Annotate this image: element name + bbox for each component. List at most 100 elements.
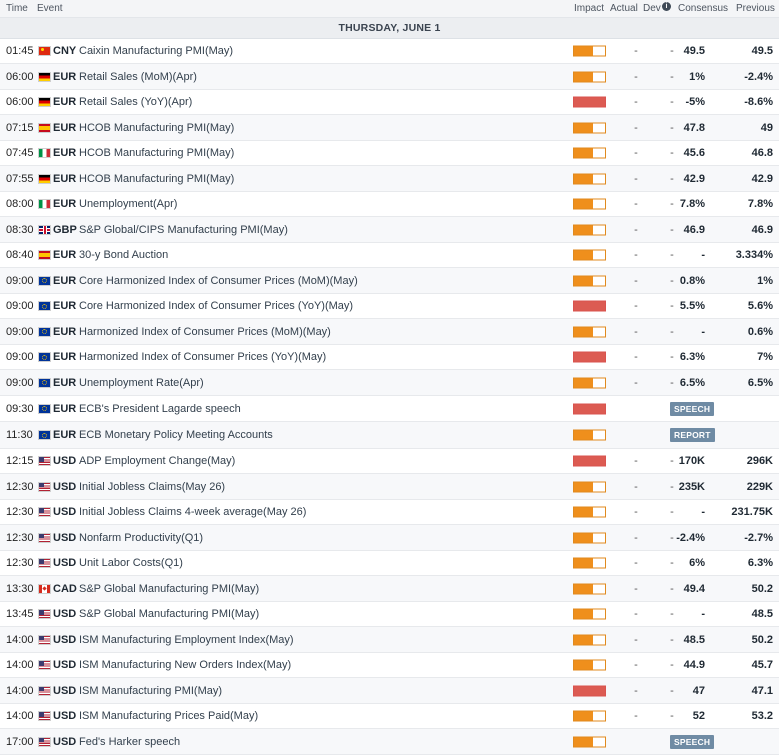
event-title[interactable]: Initial Jobless Claims(May 26) <box>79 481 225 493</box>
impact-fill <box>574 404 605 413</box>
table-row[interactable]: 14:00 USD ISM Manufacturing Employment Ind… <box>0 627 779 653</box>
actual-value: - <box>634 506 638 518</box>
previous-value: 229K <box>746 480 773 493</box>
actual-value: - <box>634 557 638 569</box>
table-row[interactable]: 09:30 EUR ECB's President Lagarde speech SP… <box>0 396 779 422</box>
impact-fill <box>574 558 593 568</box>
table-row[interactable]: 12:15 USD ADP Employment Change(May) - -170K… <box>0 449 779 474</box>
consensus-value: 49.5 <box>683 45 705 57</box>
event-title[interactable]: Retail Sales (MoM)(Apr) <box>79 71 197 83</box>
event-title[interactable]: ECB Monetary Policy Meeting Accounts <box>79 429 273 441</box>
event-title[interactable]: Core Harmonized Index of Consumer Prices… <box>79 275 358 287</box>
table-row[interactable]: 09:00 EUR Core Harmonized Index of Consume… <box>0 268 779 294</box>
previous-value: -8.6% <box>744 96 773 108</box>
deviation-value: - <box>670 684 674 697</box>
event-title[interactable]: HCOB Manufacturing PMI(May) <box>79 147 234 159</box>
table-row[interactable]: 09:00 EUR Harmonized Index of Consumer Pri… <box>0 319 779 345</box>
event-title[interactable]: HCOB Manufacturing PMI(May) <box>79 173 234 185</box>
table-row[interactable]: 06:00 EUR Retail Sales (MoM)(Apr) - - 1% -2.4% <box>0 64 779 90</box>
table-row[interactable]: 12:30 USD Initial Jobless Claims 4-week av… <box>0 500 779 525</box>
event-title[interactable]: Harmonized Index of Consumer Prices (MoM… <box>79 326 331 338</box>
header-previous[interactable]: Previous <box>736 3 775 14</box>
table-row[interactable]: 09:00 EUR Core Harmonized Index of Consume… <box>0 294 779 319</box>
actual-value: - <box>634 249 638 261</box>
event-title[interactable]: S&P Global Manufacturing PMI(May) <box>79 583 259 595</box>
event-title[interactable]: 30-y Bond Auction <box>79 249 168 261</box>
event-title[interactable]: S&P Global Manufacturing PMI(May) <box>79 608 259 620</box>
event-title[interactable]: Caixin Manufacturing PMI(May) <box>79 45 233 57</box>
header-event[interactable]: Event <box>37 3 63 14</box>
report-badge[interactable]: REPORT <box>670 428 715 442</box>
table-row[interactable]: 13:45 USD S&P Global Manufacturing PMI(May… <box>0 602 779 627</box>
event-title[interactable]: Retail Sales (YoY)(Apr) <box>79 96 192 108</box>
event-title[interactable]: Unit Labor Costs(Q1) <box>79 557 183 569</box>
impact-medium-bar <box>573 45 606 57</box>
table-row[interactable]: 12:30 USD Initial Jobless Claims(May 26) - -… <box>0 474 779 500</box>
table-row[interactable]: 17:00 USD Fed's Harker speech SPEECH <box>0 729 779 755</box>
event-title[interactable]: Unemployment Rate(Apr) <box>79 377 204 389</box>
table-row[interactable]: 14:00 USD ISM Manufacturing Prices Paid(Ma… <box>0 704 779 729</box>
deviation-value: - <box>670 300 674 312</box>
event-time: 12:30 <box>6 480 34 493</box>
event-title[interactable]: HCOB Manufacturing PMI(May) <box>79 122 234 134</box>
event-time: 12:30 <box>6 506 34 518</box>
table-row[interactable]: 08:00 EUR Unemployment(Apr) - -7.8% 7.8% <box>0 192 779 217</box>
event-currency: EUR <box>53 121 77 134</box>
event-time: 06:00 <box>6 70 34 83</box>
table-row[interactable]: 13:30 CAD S&P Global Manufacturing PMI(May… <box>0 576 779 602</box>
deviation-value: - <box>670 325 674 338</box>
header-impact[interactable]: Impact <box>574 3 604 14</box>
header-consensus[interactable]: Consensus <box>678 3 728 14</box>
event-time: 13:45 <box>6 608 34 620</box>
impact-fill <box>574 378 593 387</box>
event-title[interactable]: ISM Manufacturing Employment Index(May) <box>79 634 294 646</box>
info-icon[interactable]: i <box>662 2 671 11</box>
event-title[interactable]: Core Harmonized Index of Consumer Prices… <box>79 300 353 312</box>
consensus-value: 48.5 <box>683 633 705 646</box>
table-row[interactable]: 06:00 EUR Retail Sales (YoY)(Apr) - - -5% -8.6… <box>0 90 779 115</box>
flag-eu-icon <box>38 352 51 362</box>
event-title[interactable]: ECB's President Lagarde speech <box>79 403 241 415</box>
table-row[interactable]: 07:15 EUR HCOB Manufacturing PMI(May) - -47.… <box>0 115 779 141</box>
header-dev[interactable]: Dev <box>643 3 661 14</box>
table-row[interactable]: 07:55 EUR HCOB Manufacturing PMI(May) - -42.… <box>0 166 779 192</box>
table-row[interactable]: 08:30 GBP S&P Global/CIPS Manufacturing PM… <box>0 217 779 243</box>
event-title[interactable]: Nonfarm Productivity(Q1) <box>79 532 203 544</box>
event-currency: USD <box>53 684 77 697</box>
impact-fill <box>574 250 593 260</box>
speech-badge[interactable]: SPEECH <box>670 401 715 416</box>
event-time: 01:45 <box>6 45 34 57</box>
event-currency: EUR <box>53 376 77 389</box>
table-row[interactable]: 12:30 USD Unit Labor Costs(Q1) - - 6% 6.3% <box>0 551 779 576</box>
table-row[interactable]: 14:00 USD ISM Manufacturing PMI(May) - - 47 47… <box>0 678 779 704</box>
header-time[interactable]: Time <box>6 3 28 14</box>
speech-badge[interactable]: SPEECH <box>670 734 715 749</box>
impact-medium-bar <box>573 122 606 133</box>
flag-it-icon <box>38 148 51 158</box>
event-title[interactable]: ISM Manufacturing Prices Paid(May) <box>79 710 258 722</box>
table-row[interactable]: 11:30 EUR ECB Monetary Policy Meeting Acco… <box>0 422 779 449</box>
table-row[interactable]: 07:45 EUR HCOB Manufacturing PMI(May) - -45.… <box>0 141 779 166</box>
table-row[interactable]: 09:00 EUR Harmonized Index of Consumer Pri… <box>0 345 779 370</box>
actual-value: - <box>634 325 638 338</box>
event-title[interactable]: ADP Employment Change(May) <box>79 455 235 467</box>
actual-value: - <box>634 376 638 389</box>
table-row[interactable]: 08:40 EUR 30-y Bond Auction - - - 3.334% <box>0 243 779 268</box>
event-title[interactable]: ISM Manufacturing PMI(May) <box>79 685 222 697</box>
table-row[interactable]: 14:00 USD ISM Manufacturing New Orders Ind… <box>0 653 779 678</box>
event-title[interactable]: S&P Global/CIPS Manufacturing PMI(May) <box>79 224 288 236</box>
table-row[interactable]: 12:30 USD Nonfarm Productivity(Q1) - - -2.4% -… <box>0 525 779 551</box>
header-actual[interactable]: Actual <box>610 3 638 14</box>
previous-value: 42.9 <box>751 172 773 185</box>
table-row[interactable]: 09:00 EUR Unemployment Rate(Apr) - -6.5% 6.5% <box>0 370 779 396</box>
previous-value: -2.7% <box>744 531 773 544</box>
event-title[interactable]: Initial Jobless Claims 4-week average(Ma… <box>79 506 306 518</box>
event-time: 09:00 <box>6 376 34 389</box>
table-row[interactable]: 01:45 CNY Caixin Manufacturing PMI(May) - -4… <box>0 39 779 64</box>
event-title[interactable]: Harmonized Index of Consumer Prices (YoY… <box>79 351 326 363</box>
impact-medium-bar <box>573 736 606 747</box>
event-title[interactable]: Unemployment(Apr) <box>79 198 177 210</box>
event-title[interactable]: Fed's Harker speech <box>79 736 180 748</box>
event-currency: USD <box>53 735 77 748</box>
event-title[interactable]: ISM Manufacturing New Orders Index(May) <box>79 659 291 671</box>
